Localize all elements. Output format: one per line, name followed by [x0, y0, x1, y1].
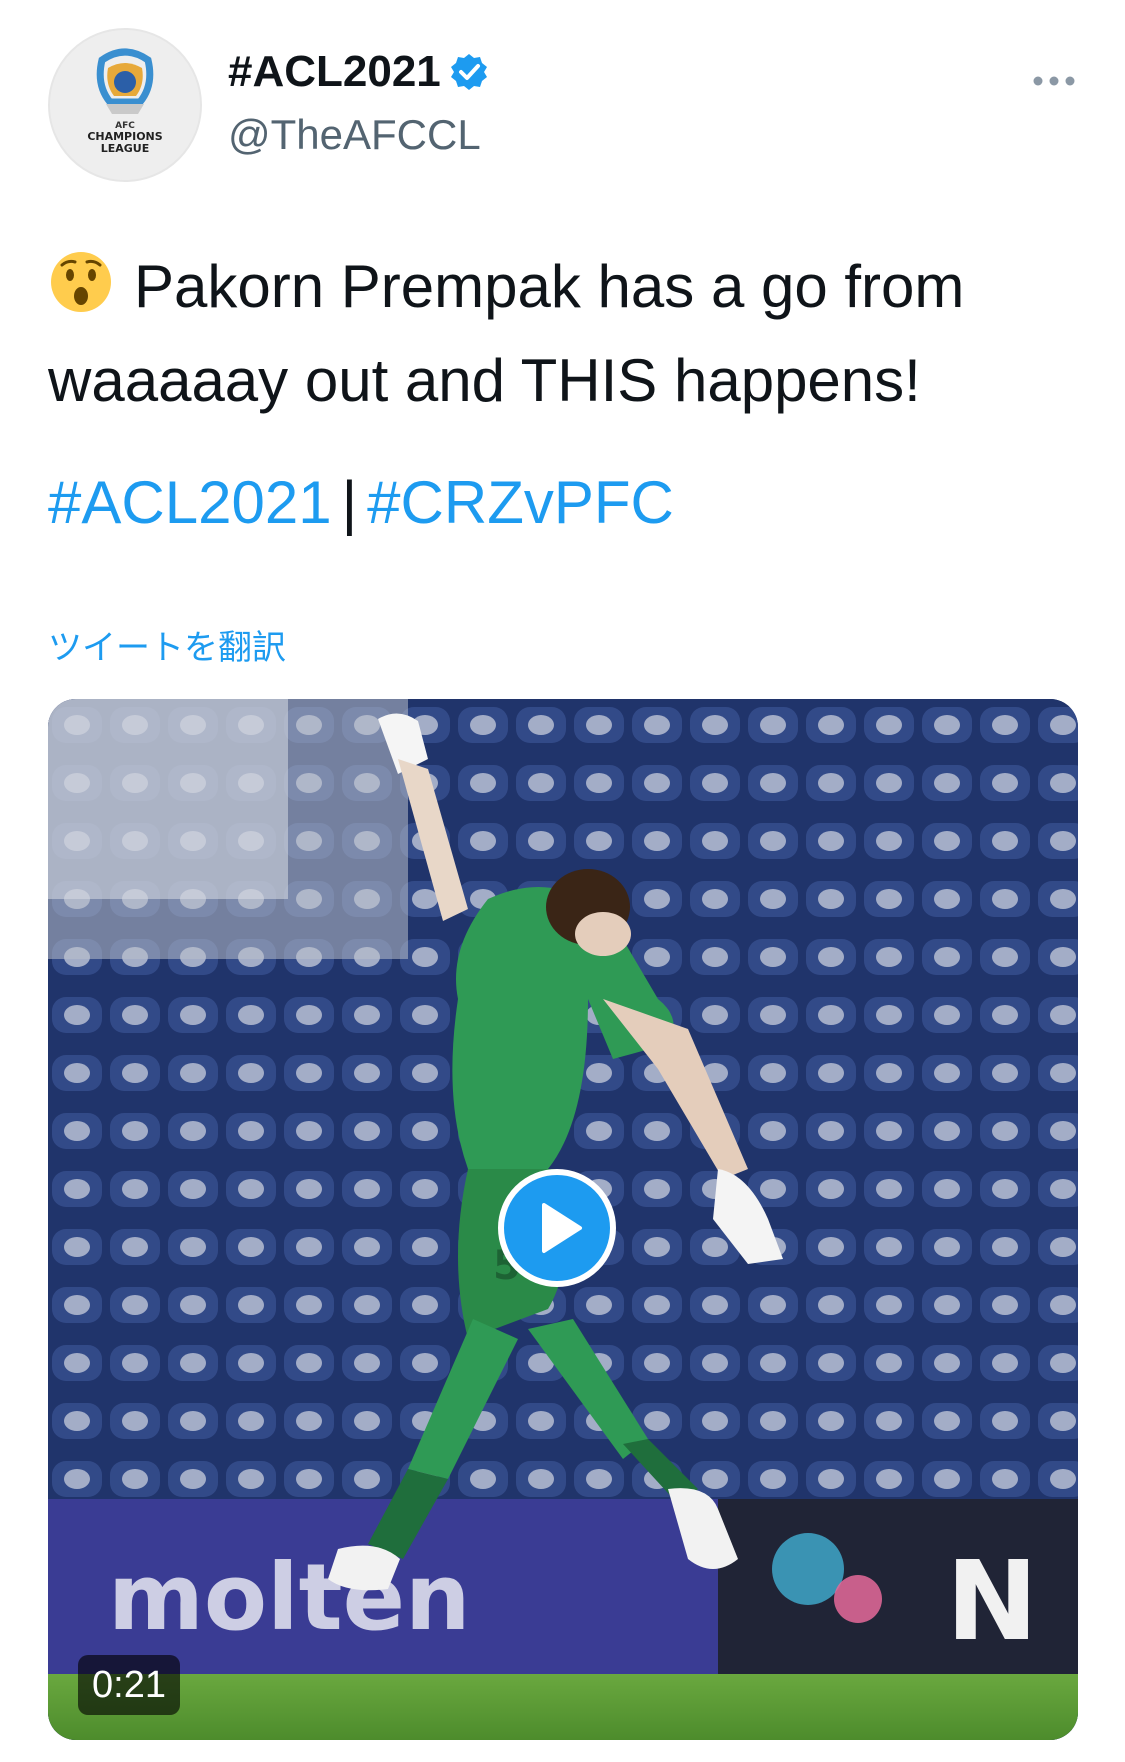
astonished-face-emoji-icon [51, 252, 111, 312]
advertising-board-text: molten [108, 1544, 470, 1651]
video-player[interactable]: N molten 50 0:21 [48, 699, 1078, 1740]
hashtag-crzvpfc-link[interactable]: #CRZvPFC [367, 469, 674, 536]
avatar[interactable]: AFC CHAMPIONS LEAGUE [48, 28, 202, 182]
user-handle[interactable]: @TheAFCCL [228, 114, 481, 156]
avatar-text-league: LEAGUE [101, 142, 150, 155]
hashtag-separator: | [341, 469, 358, 536]
tweet-text: Pakorn Prempak has a go from waaaaay out… [48, 240, 1078, 428]
display-name-text: #ACL2021 [228, 47, 441, 96]
video-duration-badge: 0:21 [78, 1655, 180, 1715]
translate-tweet-link[interactable]: ツイートを翻訳 [48, 620, 286, 669]
tweet-text-line-1: Pakorn Prempak has a go from [48, 240, 1078, 334]
hashtag-acl2021-link[interactable]: #ACL2021 [48, 469, 332, 536]
afc-logo-icon: AFC CHAMPIONS LEAGUE [50, 30, 200, 180]
hashtag-row: #ACL2021 | #CRZvPFC [48, 463, 674, 543]
play-button[interactable] [498, 1169, 616, 1287]
board-letter: N [946, 1537, 1038, 1665]
verified-badge-icon [450, 54, 487, 90]
tweet-text-line-1-text: Pakorn Prempak has a go from [134, 253, 965, 320]
more-options-icon[interactable] [1030, 66, 1078, 96]
tweet-header: AFC CHAMPIONS LEAGUE #ACL2021 @TheAFCCL [48, 28, 1078, 188]
tweet-text-line-2: waaaaay out and THIS happens! [48, 347, 921, 414]
display-name[interactable]: #ACL2021 [228, 50, 489, 94]
play-icon [542, 1203, 582, 1253]
